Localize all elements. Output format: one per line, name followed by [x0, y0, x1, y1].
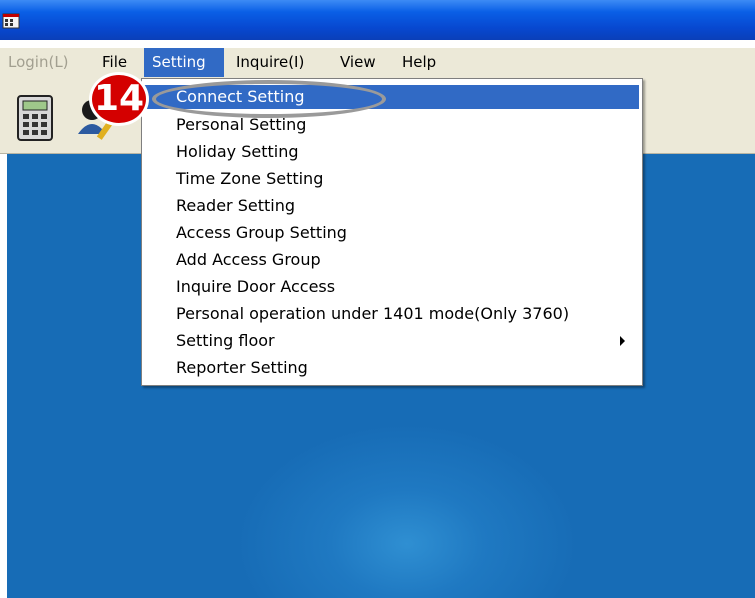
window-edge: [0, 154, 7, 598]
menu-item-reporter-setting[interactable]: Reporter Setting: [144, 356, 639, 380]
menu-setting[interactable]: Setting: [144, 48, 224, 77]
menu-item-inquire-door-access[interactable]: Inquire Door Access: [144, 275, 639, 299]
step-number-badge: 14: [89, 72, 149, 126]
menu-view[interactable]: View: [332, 48, 390, 77]
menu-login[interactable]: Login(L): [0, 48, 84, 77]
menu-item-setting-floor[interactable]: Setting floor: [144, 329, 639, 353]
menu-item-access-group-setting[interactable]: Access Group Setting: [144, 221, 639, 245]
menu-item-time-zone-setting[interactable]: Time Zone Setting: [144, 167, 639, 191]
calculator-icon[interactable]: [8, 90, 62, 146]
app-icon: [2, 13, 20, 29]
submenu-arrow-icon: [620, 336, 625, 346]
menu-item-holiday-setting[interactable]: Holiday Setting: [144, 140, 639, 164]
menu-item-add-access-group[interactable]: Add Access Group: [144, 248, 639, 272]
title-bar: [0, 0, 755, 40]
callout-highlight-ellipse: [152, 80, 386, 118]
menu-help[interactable]: Help: [394, 48, 448, 77]
menu-item-setting-floor-label: Setting floor: [176, 331, 275, 350]
menu-item-personal-operation-1401[interactable]: Personal operation under 1401 mode(Only …: [144, 302, 639, 326]
menu-item-personal-setting[interactable]: Personal Setting: [144, 113, 639, 137]
menu-inquire[interactable]: Inquire(I): [228, 48, 328, 77]
menu-item-reader-setting[interactable]: Reader Setting: [144, 194, 639, 218]
